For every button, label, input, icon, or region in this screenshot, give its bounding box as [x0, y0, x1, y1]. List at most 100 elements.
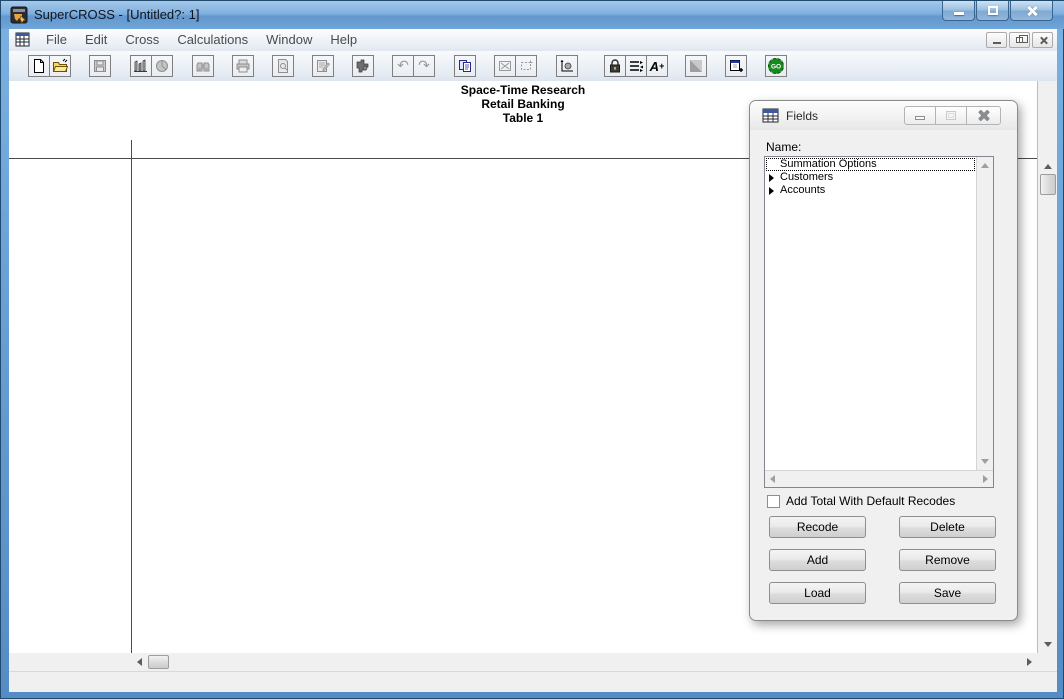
redo-icon: ↷	[418, 59, 430, 73]
add-total-checkbox[interactable]	[767, 495, 780, 508]
document-icon[interactable]	[14, 32, 31, 48]
menu-help[interactable]: Help	[321, 29, 366, 50]
print-preview-button[interactable]	[272, 55, 294, 77]
copy-button[interactable]	[454, 55, 476, 77]
fields-dialog-titlebar[interactable]: Fields	[750, 101, 1017, 130]
expander-icon[interactable]	[769, 174, 774, 182]
name-label: Name:	[766, 140, 801, 154]
shading-button[interactable]	[685, 55, 707, 77]
scroll-right-icon[interactable]	[1027, 658, 1032, 666]
maximize-button[interactable]	[976, 1, 1009, 21]
header-line-1: Space-Time Research	[9, 83, 1037, 97]
save-floppy-icon	[92, 58, 108, 74]
printer-icon	[235, 58, 251, 74]
new-window-button[interactable]	[725, 55, 747, 77]
menu-window[interactable]: Window	[257, 29, 321, 50]
list-scroll-up-icon[interactable]	[981, 163, 989, 168]
expander-icon[interactable]	[769, 187, 774, 195]
edit-pad-icon	[315, 58, 331, 74]
pie-chart-icon	[154, 58, 170, 74]
field-item-accounts[interactable]: Accounts	[766, 184, 975, 197]
dialog-maximize-icon	[946, 111, 956, 120]
graph-button[interactable]	[556, 55, 578, 77]
font-a-icon: A	[650, 60, 659, 73]
menu-edit[interactable]: Edit	[76, 29, 116, 50]
bar-chart-icon	[133, 58, 149, 74]
field-item-summation-options[interactable]: Summation Options	[766, 158, 975, 171]
binoculars-icon	[195, 58, 211, 74]
close-button[interactable]	[1010, 1, 1053, 21]
field-list-button[interactable]	[625, 55, 647, 77]
open-button[interactable]	[49, 55, 71, 77]
vertical-scrollbar[interactable]	[1037, 81, 1057, 653]
list-horizontal-scrollbar[interactable]	[765, 470, 993, 487]
add-button[interactable]: Add	[769, 549, 866, 571]
edit-button[interactable]	[312, 55, 334, 77]
list-scroll-right-icon[interactable]	[983, 475, 988, 483]
padlock-icon	[607, 58, 623, 74]
add-total-row: Add Total With Default Recodes	[767, 494, 955, 508]
print-button[interactable]	[232, 55, 254, 77]
font-plus-icon: +	[659, 61, 664, 71]
field-item-label: Accounts	[780, 184, 825, 196]
vertical-scrollbar-thumb[interactable]	[1040, 174, 1056, 195]
undo-button[interactable]: ↶	[392, 55, 414, 77]
derivations-button[interactable]	[352, 55, 374, 77]
redo-button[interactable]: ↷	[413, 55, 435, 77]
save-button[interactable]	[89, 55, 111, 77]
window-title: SuperCROSS - [Untitled?: 1]	[34, 7, 199, 22]
list-scroll-down-icon[interactable]	[981, 459, 989, 464]
menu-calculations[interactable]: Calculations	[168, 29, 257, 50]
child-close-icon	[1039, 36, 1048, 45]
status-bar	[9, 671, 1057, 692]
dialog-minimize-button[interactable]	[904, 106, 936, 125]
font-size-button[interactable]: A+	[646, 55, 668, 77]
dialog-close-button[interactable]	[966, 106, 1001, 125]
menu-cross[interactable]: Cross	[116, 29, 168, 50]
list-vertical-scrollbar[interactable]	[976, 157, 993, 470]
scroll-down-icon[interactable]	[1044, 642, 1052, 647]
undo-icon: ↶	[397, 59, 409, 73]
go-circle-icon: GO	[767, 57, 785, 75]
go-button[interactable]: GO	[765, 55, 787, 77]
clear-selection-button[interactable]	[494, 55, 516, 77]
maximize-icon	[988, 6, 998, 15]
fields-listbox[interactable]: Summation Options Customers Accounts	[764, 156, 994, 488]
shade-square-icon	[688, 58, 704, 74]
scroll-up-icon[interactable]	[1044, 164, 1052, 169]
minimize-button[interactable]	[942, 1, 975, 21]
dialog-close-icon	[978, 110, 989, 121]
recode-button[interactable]: Recode	[769, 516, 866, 538]
child-restore-icon	[1016, 37, 1023, 43]
toolbar: ↶ ↷ A+ GO	[9, 51, 1057, 81]
dialog-maximize-button[interactable]	[935, 106, 967, 125]
axis-point-icon	[559, 58, 575, 74]
horizontal-scrollbar[interactable]	[9, 653, 1057, 671]
child-close-button[interactable]	[1032, 32, 1053, 48]
delete-button[interactable]: Delete	[899, 516, 996, 538]
scroll-left-icon[interactable]	[137, 658, 142, 666]
save-field-button[interactable]: Save	[899, 582, 996, 604]
child-minimize-button[interactable]	[986, 32, 1007, 48]
menu-bar: File Edit Cross Calculations Window Help	[9, 29, 1057, 51]
child-restore-button[interactable]	[1009, 32, 1030, 48]
copy-icon	[457, 58, 473, 74]
close-icon	[1026, 5, 1038, 17]
list-scroll-left-icon[interactable]	[770, 475, 775, 483]
menu-file[interactable]: File	[37, 29, 76, 50]
chart-view-button[interactable]	[151, 55, 173, 77]
find-button[interactable]	[192, 55, 214, 77]
table-view-button[interactable]	[130, 55, 152, 77]
preview-icon	[275, 58, 291, 74]
supercross-window: SuperCROSS - [Untitled?: 1] File Edit Cr…	[0, 0, 1064, 699]
select-area-button[interactable]	[515, 55, 537, 77]
field-item-label: Summation Options	[780, 158, 877, 170]
new-table-button[interactable]	[28, 55, 50, 77]
lock-button[interactable]	[604, 55, 626, 77]
field-item-customers[interactable]: Customers	[766, 171, 975, 184]
load-button[interactable]: Load	[769, 582, 866, 604]
horizontal-scrollbar-thumb[interactable]	[148, 655, 169, 669]
remove-button[interactable]: Remove	[899, 549, 996, 571]
minimize-icon	[954, 12, 964, 15]
title-bar[interactable]: SuperCROSS - [Untitled?: 1]	[1, 1, 1064, 29]
